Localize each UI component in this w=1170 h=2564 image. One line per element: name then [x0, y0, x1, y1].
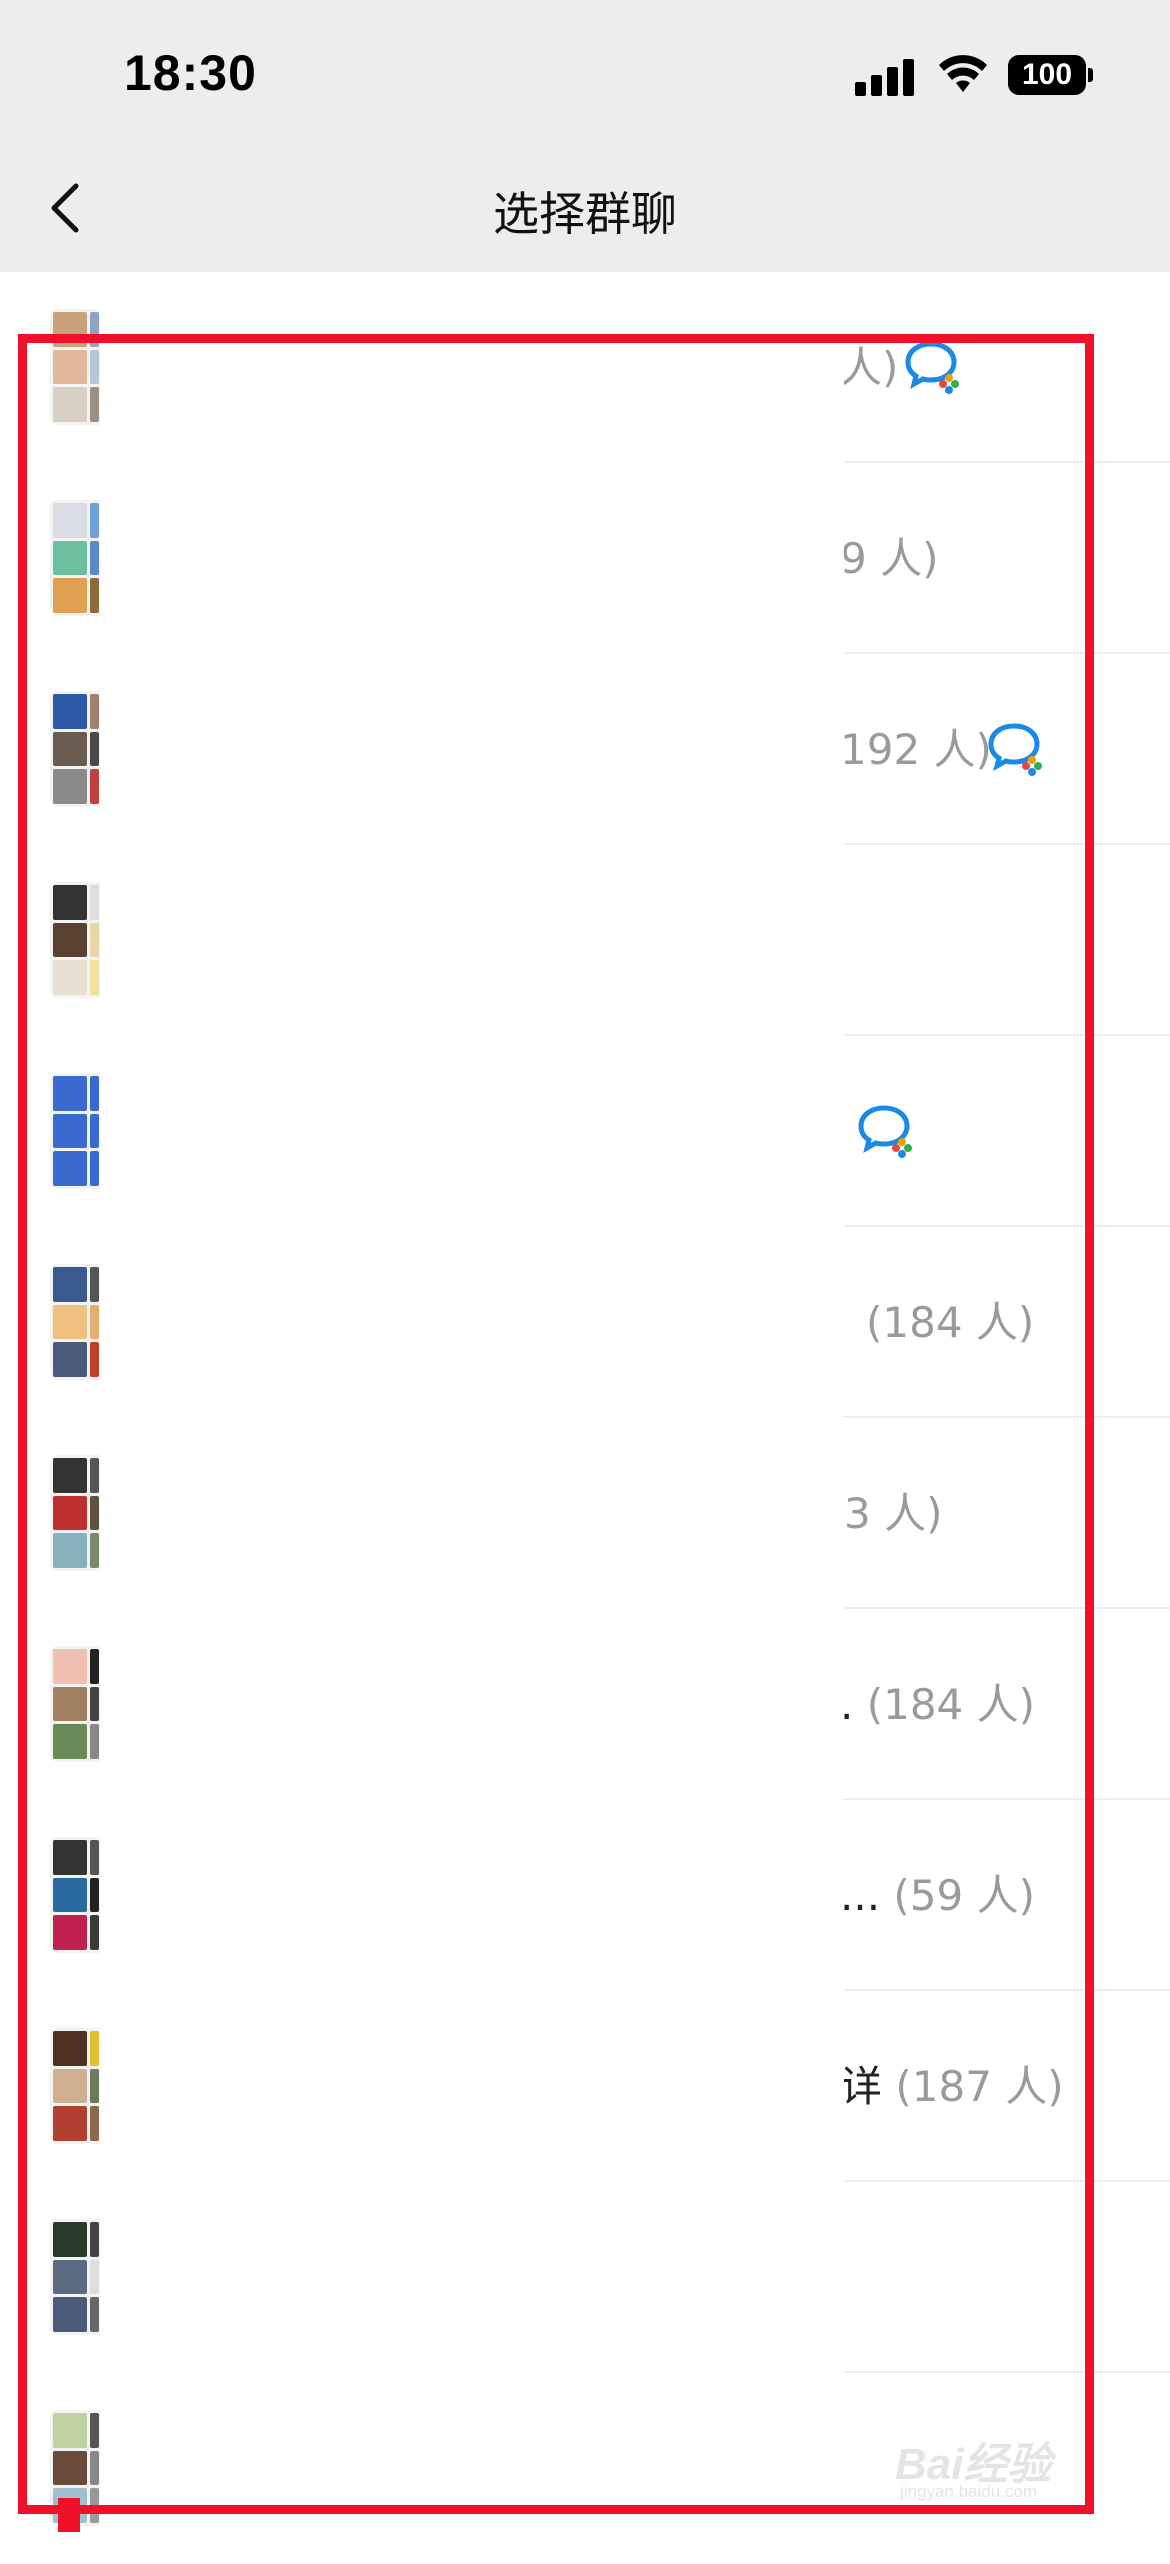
battery-icon: 100: [1008, 55, 1086, 95]
nav-header: 18:30 100 选择群聊: [0, 0, 1170, 272]
status-time: 18:30: [124, 45, 257, 101]
highlight-marker: [58, 2498, 80, 2532]
baidu-jingyan-watermark: Bai经验 jingyan.baidu.com: [895, 2410, 1110, 2510]
cellular-signal-icon: [855, 56, 917, 96]
watermark-url: jingyan.baidu.com: [900, 2482, 1038, 2501]
highlight-box: [18, 334, 1094, 2514]
wifi-icon: [939, 55, 987, 92]
page-title: 选择群聊: [493, 187, 677, 241]
battery-nub: [1088, 68, 1093, 82]
